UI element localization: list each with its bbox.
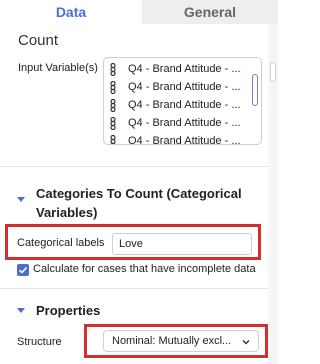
panel-scrollbar-thumb[interactable] <box>270 62 276 82</box>
list-item-label: Q4 - Brand Attitude - ... <box>128 99 241 111</box>
incomplete-data-label: Calculate for cases that have incomplete… <box>33 263 256 275</box>
categories-section-title-line2: Variables) <box>36 205 98 220</box>
section-divider <box>0 166 268 167</box>
input-variables-label: Input Variable(s) <box>18 62 98 74</box>
tab-bar: Data General <box>0 0 278 24</box>
section-divider <box>0 288 268 289</box>
structure-select-value: Nominal: Mutually excl... <box>112 335 232 347</box>
categorical-variable-icon <box>104 134 122 144</box>
categorical-variable-icon <box>104 62 122 76</box>
list-item-label: Q4 - Brand Attitude - ... <box>128 81 241 93</box>
incomplete-data-checkbox[interactable] <box>17 264 29 276</box>
list-item[interactable]: Q4 - Brand Attitude - ... <box>104 78 241 96</box>
categorical-variable-icon <box>104 80 122 94</box>
tab-general[interactable]: General <box>142 0 278 24</box>
categorical-variable-icon <box>104 98 122 112</box>
collapse-chevron-icon[interactable] <box>17 308 25 313</box>
categories-section-title[interactable]: Categories To Count (Categorical Variabl… <box>36 184 242 222</box>
count-heading: Count <box>18 32 59 49</box>
list-item-label: Q4 - Brand Attitude - ... <box>128 63 241 75</box>
structure-label: Structure <box>17 336 62 348</box>
list-item[interactable]: Q4 - Brand Attitude - ... <box>104 132 241 145</box>
collapse-chevron-icon[interactable] <box>17 197 25 202</box>
categorical-labels-input[interactable] <box>112 233 252 255</box>
panel-scrollbar[interactable] <box>268 24 278 364</box>
list-item[interactable]: Q4 - Brand Attitude - ... <box>104 96 241 114</box>
tab-data[interactable]: Data <box>0 0 142 24</box>
structure-select[interactable]: Nominal: Mutually excl... <box>103 330 259 352</box>
list-item-label: Q4 - Brand Attitude - ... <box>128 135 241 145</box>
categorical-variable-icon <box>104 116 122 130</box>
categorical-labels-label: Categorical labels <box>17 237 105 249</box>
list-item-label: Q4 - Brand Attitude - ... <box>128 117 241 129</box>
list-scrollbar-thumb[interactable] <box>252 74 258 106</box>
list-item[interactable]: Q4 - Brand Attitude - ... <box>104 60 241 78</box>
categories-section-title-line1: Categories To Count (Categorical <box>36 186 242 201</box>
properties-section-title[interactable]: Properties <box>36 301 100 320</box>
checkmark-icon <box>18 266 28 274</box>
input-variables-list[interactable]: Q4 - Brand Attitude - ... Q4 - Brand Att… <box>103 57 262 145</box>
list-item[interactable]: Q4 - Brand Attitude - ... <box>104 114 241 132</box>
chevron-down-icon <box>242 340 250 345</box>
